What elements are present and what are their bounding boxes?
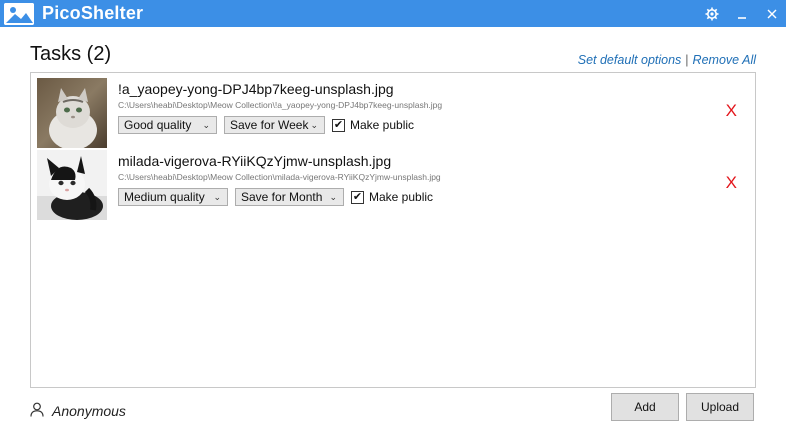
app-logo-icon [4,2,34,25]
make-public-option[interactable]: ✔ Make public [351,190,433,204]
task-list: !a_yaopey-yong-DPJ4bp7keeg-unsplash.jpg … [30,72,756,388]
save-duration-select-value: Save for Month [241,190,323,204]
quality-select-value: Good quality [124,118,192,132]
task-item: milada-vigerova-RYiiKQzYjmw-unsplash.jpg… [37,147,751,220]
task-thumbnail [37,150,107,220]
file-name: milada-vigerova-RYiiKQzYjmw-unsplash.jpg [118,153,392,169]
header-links: Set default options | Remove All [578,53,756,67]
save-duration-select[interactable]: Save for Month ⌄ [235,188,344,206]
chevron-down-icon: ⌄ [213,191,221,202]
user-info: Anonymous [30,402,126,420]
file-path: C:\Users\heabi\Desktop\Meow Collection\!… [118,100,443,110]
quality-select[interactable]: Good quality ⌄ [118,116,217,134]
user-name: Anonymous [52,403,126,419]
file-path: C:\Users\heabi\Desktop\Meow Collection\m… [118,172,441,182]
minimize-icon[interactable] [734,6,750,22]
remove-all-link[interactable]: Remove All [693,53,756,67]
link-separator: | [685,53,689,67]
quality-select-value: Medium quality [124,190,205,204]
task-item: !a_yaopey-yong-DPJ4bp7keeg-unsplash.jpg … [37,75,751,148]
remove-task-button[interactable]: X [726,101,737,121]
gear-icon[interactable] [704,6,720,22]
window-controls [704,0,780,27]
add-button[interactable]: Add [611,393,679,421]
upload-button[interactable]: Upload [686,393,754,421]
make-public-checkbox[interactable]: ✔ [351,190,364,204]
title-bar: PicoShelter [0,0,786,27]
set-default-options-link[interactable]: Set default options [578,53,682,67]
task-thumbnail [37,78,107,148]
task-controls: Good quality ⌄ Save for Week ⌄ ✔ Make pu… [118,116,414,134]
make-public-label: Make public [369,190,434,204]
quality-select[interactable]: Medium quality ⌄ [118,188,228,206]
make-public-option[interactable]: ✔ Make public [332,118,414,132]
chevron-down-icon: ⌄ [202,119,210,130]
chevron-down-icon: ⌄ [310,119,318,130]
chevron-down-icon: ⌄ [329,191,337,202]
close-icon[interactable] [764,6,780,22]
remove-task-button[interactable]: X [726,173,737,193]
tasks-title: Tasks (2) [30,43,112,65]
task-controls: Medium quality ⌄ Save for Month ⌄ ✔ Make… [118,188,433,206]
make-public-checkbox[interactable]: ✔ [332,118,345,132]
save-duration-select-value: Save for Week [230,118,309,132]
file-name: !a_yaopey-yong-DPJ4bp7keeg-unsplash.jpg [118,81,394,97]
save-duration-select[interactable]: Save for Week ⌄ [224,116,325,134]
app-title: PicoShelter [42,3,144,23]
user-icon [30,402,44,420]
make-public-label: Make public [350,118,415,132]
